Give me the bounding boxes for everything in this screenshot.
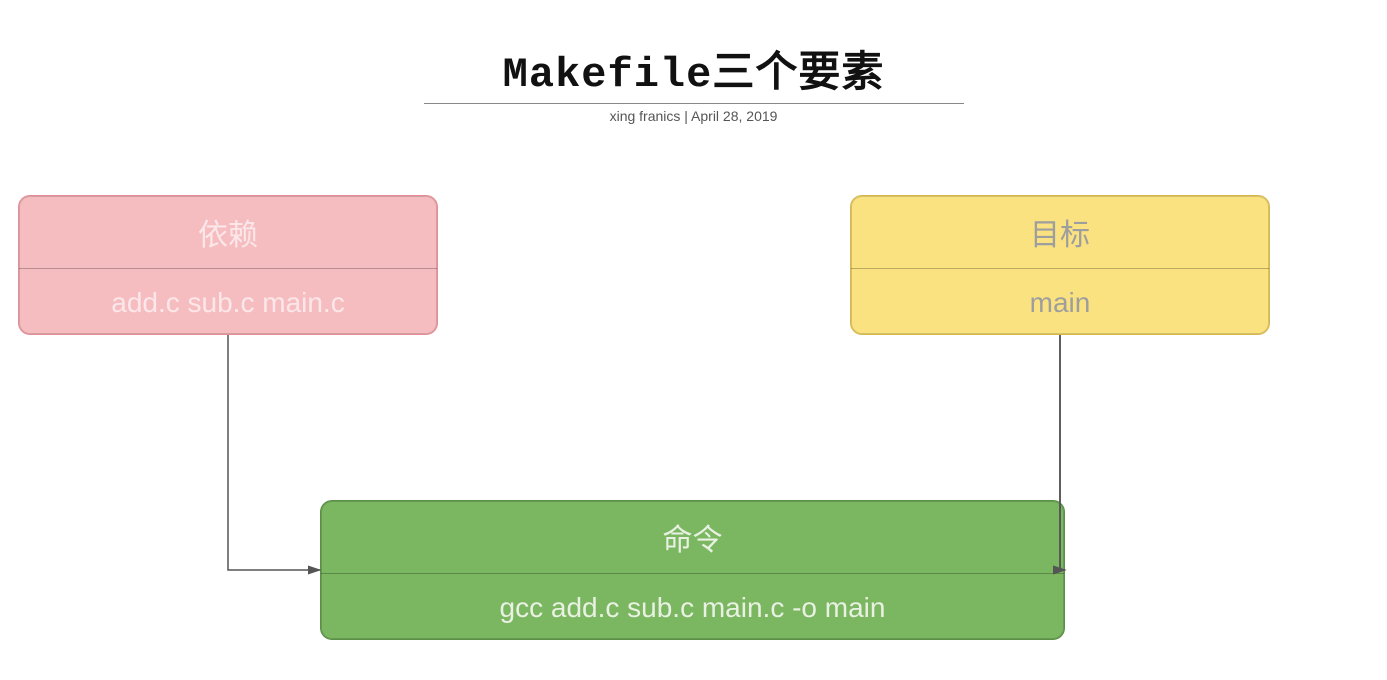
node-command: 命令 gcc add.c sub.c main.c -o main xyxy=(320,500,1065,640)
node-dependency: 依赖 add.c sub.c main.c xyxy=(18,195,438,335)
node-dependency-content: add.c sub.c main.c xyxy=(19,269,437,335)
node-command-label: 命令 xyxy=(321,501,1064,574)
node-command-content: gcc add.c sub.c main.c -o main xyxy=(321,574,1064,640)
node-target-label: 目标 xyxy=(851,196,1269,269)
node-target-content: main xyxy=(851,269,1269,335)
node-target: 目标 main xyxy=(850,195,1270,335)
edge-dependency-to-command xyxy=(228,335,320,570)
node-dependency-label: 依赖 xyxy=(19,196,437,269)
diagram-canvas: 依赖 add.c sub.c main.c 目标 main 命令 gcc add… xyxy=(0,0,1387,680)
